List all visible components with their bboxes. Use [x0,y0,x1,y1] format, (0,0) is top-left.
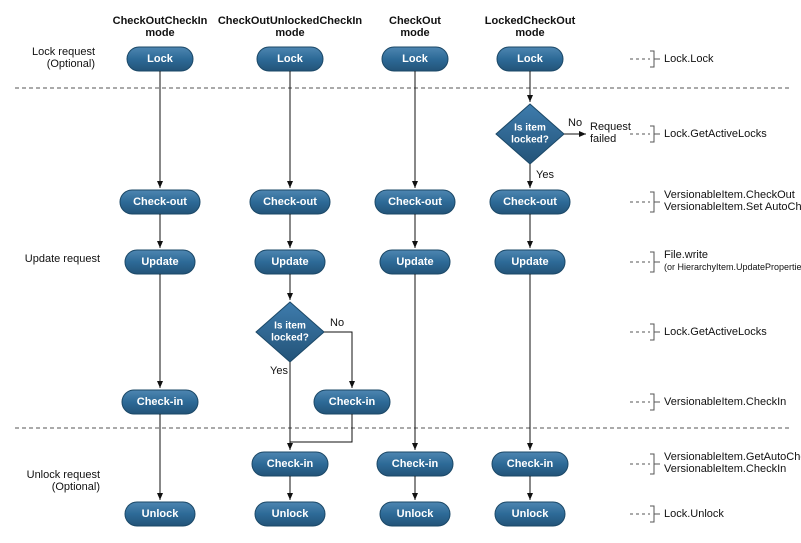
col4-h2: mode [515,27,544,39]
svg-text:Lock.Unlock: Lock.Unlock [664,508,724,520]
edge-no [324,332,352,388]
svg-text:Check-in: Check-in [137,396,184,408]
row-unlock-l1: Unlock request [27,469,100,481]
svg-text:VersionableItem.CheckIn: VersionableItem.CheckIn [664,463,786,475]
anno-get-active-locks-mid: Lock.GetActiveLocks [630,324,767,340]
svg-text:Check-out: Check-out [263,196,317,208]
svg-text:Update: Update [141,256,178,268]
flowchart-diagram: CheckOutCheckIn mode CheckOutUnlockedChe… [0,0,801,543]
decision-is-item-locked: Is item locked? [256,302,324,362]
svg-text:Unlock: Unlock [272,508,310,520]
svg-text:VersionableItem.GetAutoCheckIn: VersionableItem.GetAutoCheckIn [664,451,801,463]
svg-text:locked?: locked? [271,333,309,344]
anno-lock-unlock: Lock.Unlock [630,506,724,522]
svg-text:(or HierarchyItem.UpdateProp: (or HierarchyItem.UpdateProperties) [664,262,801,272]
svg-text:Check-in: Check-in [267,458,314,470]
svg-text:Unlock: Unlock [512,508,550,520]
row-labels: Lock request (Optional) Update request U… [25,46,100,493]
branch-no: No [330,317,344,329]
svg-text:Lock: Lock [277,53,304,65]
edge-merge [290,414,352,442]
svg-text:Check-out: Check-out [133,196,187,208]
col2: Lock Check-out Update Is item locked? No… [250,47,390,526]
svg-text:Unlock: Unlock [142,508,180,520]
col4-h1: LockedCheckOut [485,15,576,27]
svg-text:Lock.Lock: Lock.Lock [664,53,714,65]
row-unlock-l2: (Optional) [52,481,100,493]
annotations: Lock.Lock Lock.GetActiveLocks Versionabl… [630,51,801,522]
col3-h1: CheckOut [389,15,441,27]
anno-get-active-locks-top: Lock.GetActiveLocks [630,126,767,142]
svg-text:Unlock: Unlock [397,508,435,520]
col3: Lock Check-out Update Check-in Unlock [375,47,455,526]
svg-text:Check-in: Check-in [392,458,439,470]
svg-text:locked?: locked? [511,135,549,146]
col2-h1: CheckOutUnlockedCheckIn [218,15,363,27]
branch-no: No [568,117,582,129]
col1: Lock Check-out Update Check-in Unlock [120,47,200,526]
col3-h2: mode [400,27,429,39]
svg-text:VersionableItem.CheckIn: VersionableItem.CheckIn [664,396,786,408]
svg-text:Check-out: Check-out [503,196,557,208]
svg-text:Update: Update [271,256,308,268]
request-failed-l2: failed [590,133,616,145]
svg-text:Check-out: Check-out [388,196,442,208]
anno-checkin: VersionableItem.CheckIn [630,394,786,410]
svg-text:Lock: Lock [402,53,429,65]
svg-text:Is item: Is item [274,321,306,332]
col4: Lock Is item locked? No Request failed Y… [490,47,631,526]
svg-text:Lock.GetActiveLocks: Lock.GetActiveLocks [664,326,767,338]
row-update: Update request [25,253,100,265]
anno-lock-lock: Lock.Lock [630,51,714,67]
column-headers: CheckOutCheckIn mode CheckOutUnlockedChe… [113,15,576,39]
svg-text:Is item: Is item [514,123,546,134]
request-failed-l1: Request [590,121,631,133]
anno-auto-checkin: VersionableItem.GetAutoCheckIn Versionab… [630,451,801,475]
col1-h1: CheckOutCheckIn [113,15,208,27]
svg-text:Lock.GetActiveLocks: Lock.GetActiveLocks [664,128,767,140]
svg-text:Update: Update [511,256,548,268]
row-lock-l1: Lock request [32,46,95,58]
anno-file-write: File.write (or HierarchyItem.UpdatePrope… [630,249,801,272]
svg-text:VersionableItem.Set AutoCheckI: VersionableItem.Set AutoCheckIn [664,201,801,213]
svg-text:Lock: Lock [517,53,544,65]
svg-text:Update: Update [396,256,433,268]
col2-h2: mode [275,27,304,39]
decision-is-item-locked: Is item locked? [496,104,564,164]
svg-text:Check-in: Check-in [329,396,376,408]
row-lock-l2: (Optional) [47,58,95,70]
col1-h2: mode [145,27,174,39]
svg-text:Check-in: Check-in [507,458,554,470]
svg-text:Lock: Lock [147,53,174,65]
svg-text:File.write: File.write [664,249,708,261]
anno-checkout: VersionableItem.CheckOut VersionableItem… [630,189,801,213]
branch-yes: Yes [536,169,554,181]
svg-text:VersionableItem.CheckOut: VersionableItem.CheckOut [664,189,795,201]
branch-yes: Yes [270,365,288,377]
